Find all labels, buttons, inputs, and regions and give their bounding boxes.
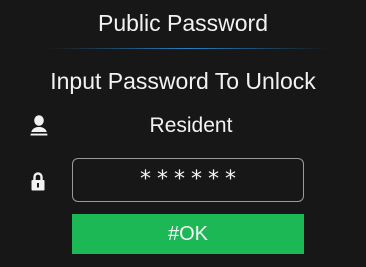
password-field[interactable]: ****** — [72, 158, 304, 202]
user-name: Resident — [149, 114, 233, 137]
screen-title: Public Password — [97, 10, 269, 36]
ok-button[interactable]: #OK — [72, 214, 304, 254]
user-icon — [30, 115, 48, 136]
password-masked-value: ****** — [140, 167, 242, 192]
lock-icon — [31, 172, 45, 191]
unlock-prompt: Input Password To Unlock — [50, 68, 316, 94]
title-divider — [48, 48, 328, 49]
